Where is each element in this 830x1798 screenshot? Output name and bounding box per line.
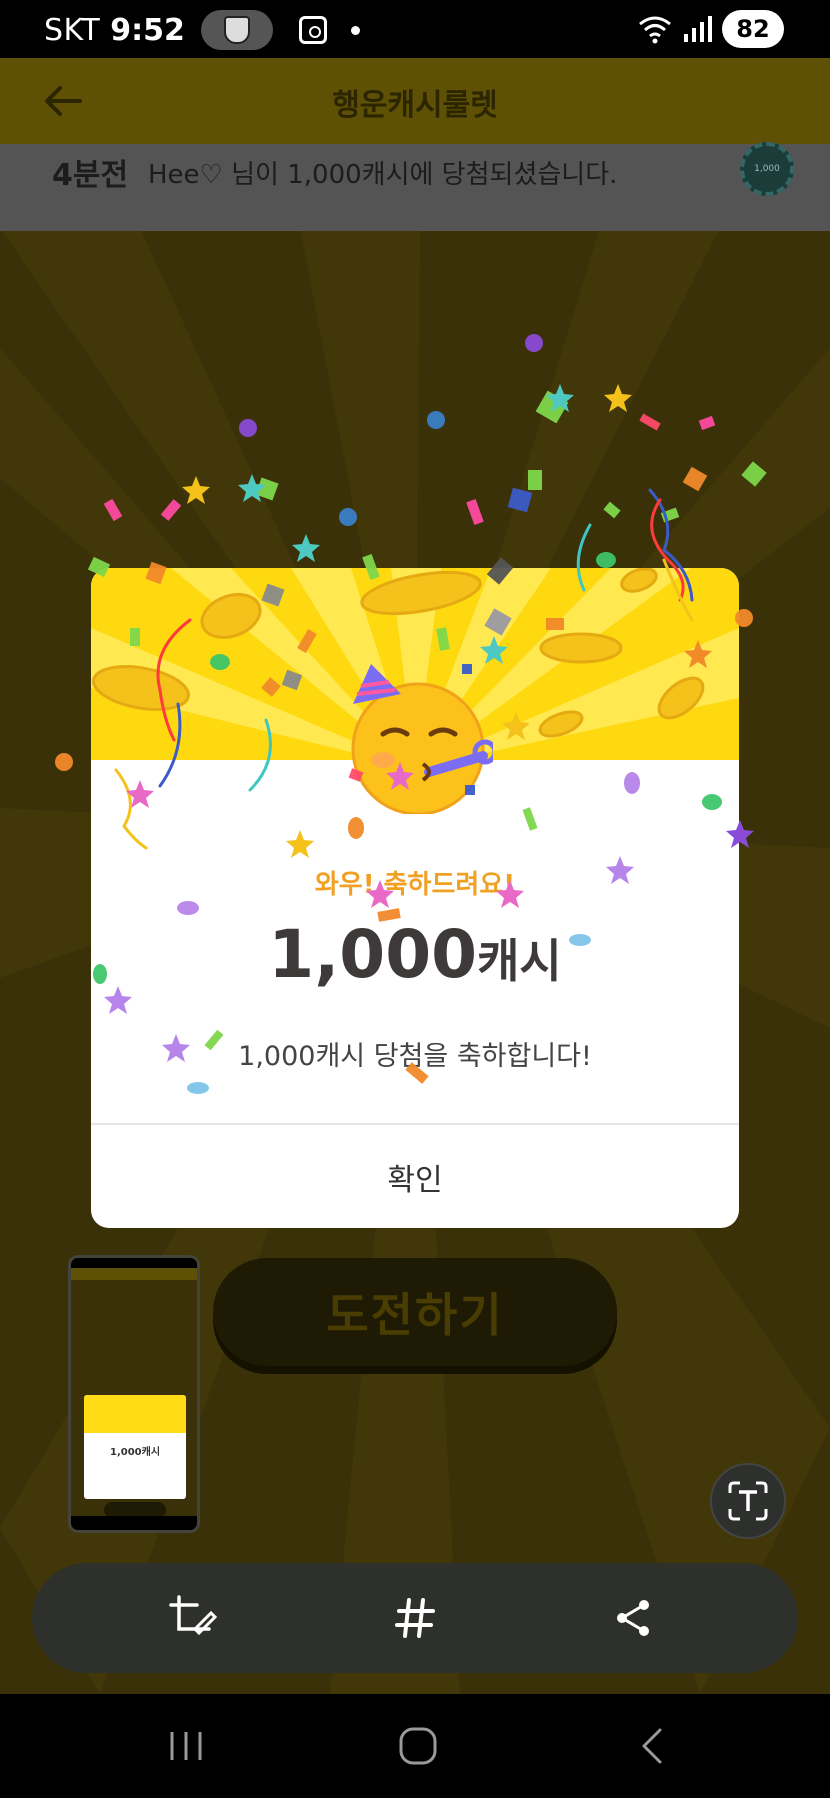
app-header: 행운캐시룰렛 <box>0 58 830 144</box>
hashtag-button[interactable] <box>385 1588 445 1648</box>
home-icon <box>399 1727 437 1765</box>
winner-ticker: 4분전 Hee♡ 님이 1,000캐시에 당첨되셨습니다. 1,000 <box>0 142 830 231</box>
coin-badge-label: 1,000 <box>754 164 780 174</box>
carrier-label: SKT <box>44 12 101 48</box>
system-nav-bar <box>0 1694 830 1798</box>
recent-apps-button[interactable] <box>156 1718 216 1774</box>
party-face-icon <box>351 664 493 814</box>
club-crest-icon <box>200 10 273 50</box>
thumbnail-amount: 1,000캐시 <box>109 1447 161 1458</box>
clock: 9:52 <box>110 12 185 48</box>
prize-dialog: 와우! 축하드려요! 1,000캐시 1,000캐시 당첨을 축하합니다! 확인 <box>91 568 739 1228</box>
text-scan-icon <box>728 1481 768 1521</box>
dialog-message: 1,000캐시 당첨을 축하합니다! <box>238 1041 592 1072</box>
challenge-button[interactable]: 도전하기 <box>213 1258 617 1366</box>
back-nav-button[interactable] <box>622 1718 682 1774</box>
screenshot-toolbar <box>32 1563 798 1673</box>
signal-icon <box>684 16 712 42</box>
dialog-subtitle: 와우! 축하드려요! <box>314 870 516 900</box>
share-button[interactable] <box>604 1588 664 1648</box>
ticker-message: Hee♡ 님이 1,000캐시에 당첨되셨습니다. <box>148 160 618 190</box>
coin-badge-icon: 1,000 <box>740 142 794 196</box>
back-nav-icon <box>642 1728 662 1764</box>
prize-amount-value: 1,000 <box>268 916 478 993</box>
challenge-button-label: 도전하기 <box>326 1288 504 1342</box>
prize-amount-unit: 캐시 <box>477 934 562 988</box>
status-bar: SKT 9:52 82 <box>0 0 830 58</box>
crop-edit-button[interactable] <box>162 1588 222 1648</box>
text-scan-button[interactable] <box>710 1463 786 1539</box>
confirm-button[interactable]: 확인 <box>91 1125 739 1228</box>
notification-dot-icon <box>350 25 360 35</box>
home-button[interactable] <box>388 1718 448 1774</box>
hashtag-icon <box>395 1598 435 1638</box>
prize-amount: 1,000캐시 <box>91 916 739 993</box>
crop-edit-icon <box>169 1595 217 1636</box>
share-icon <box>617 1600 649 1636</box>
page-title: 행운캐시룰렛 <box>332 88 498 123</box>
screenshot-icon <box>298 16 327 44</box>
recent-apps-icon <box>170 1732 202 1760</box>
ticker-time: 4분전 <box>52 158 129 193</box>
wifi-icon <box>639 16 671 44</box>
screenshot-thumbnail[interactable]: 1,000캐시 <box>68 1255 200 1533</box>
battery-indicator: 82 <box>722 10 784 48</box>
